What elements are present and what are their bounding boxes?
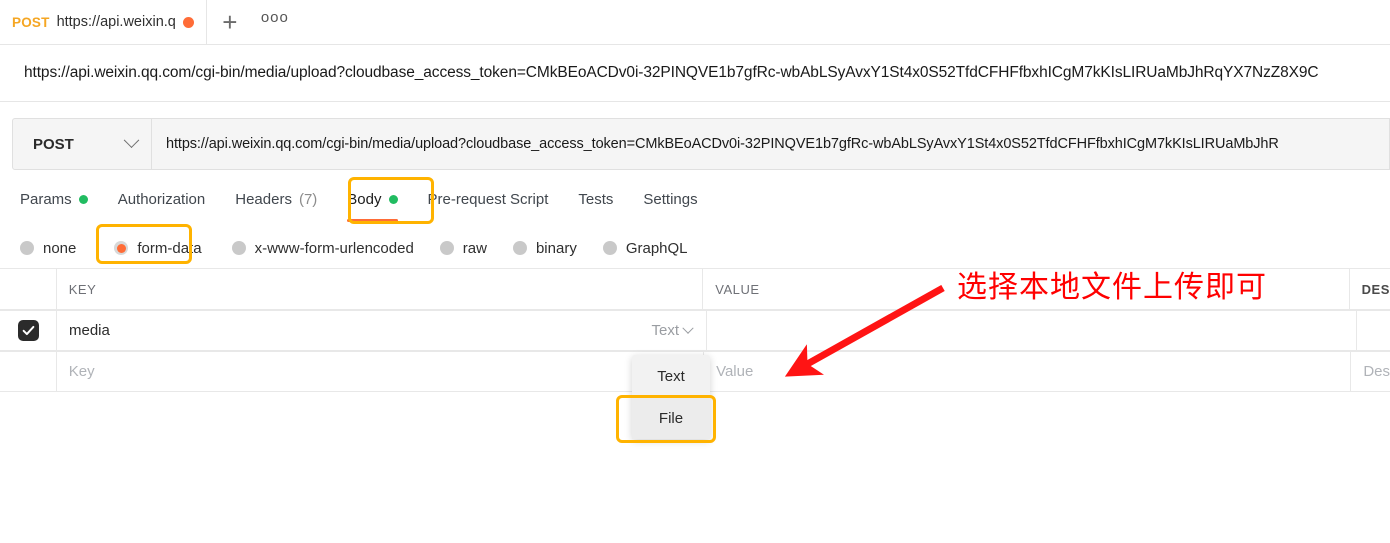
body-type-none[interactable]: none (20, 240, 76, 257)
header-cell-checkbox (0, 269, 57, 309)
row-type-label: Text (651, 322, 679, 339)
request-tab-name: https://api.weixin.q (56, 14, 176, 30)
row-description-cell[interactable] (1357, 311, 1390, 350)
tab-params-label: Params (20, 190, 72, 208)
body-type-form-data[interactable]: form-data (114, 239, 202, 257)
check-icon (22, 325, 34, 336)
row-checkbox-checked[interactable] (17, 320, 39, 341)
tab-authorization-label: Authorization (117, 190, 206, 208)
header-cell-description: DES (1350, 269, 1390, 309)
row-key-cell[interactable]: Key (57, 352, 705, 391)
row-key-placeholder: Key (68, 363, 95, 380)
chevron-down-icon (123, 131, 140, 148)
body-type-graphql[interactable]: GraphQL (602, 239, 688, 257)
row-description-cell[interactable]: Des (1351, 352, 1390, 391)
unsaved-dot-icon (182, 16, 194, 28)
ellipsis-icon: ooo (260, 8, 289, 26)
body-type-urlencoded-label: x-www-form-urlencoded (254, 239, 414, 257)
tab-body-label: Body (347, 190, 382, 208)
tab-headers-count: (7) (298, 190, 318, 208)
red-arrow-icon (784, 285, 945, 377)
dropdown-option-file-label: File (658, 409, 684, 427)
tab-settings[interactable]: Settings (643, 180, 715, 218)
dropdown-option-text[interactable]: Text (632, 355, 710, 397)
request-section-tabs: Params Authorization Headers (7) Body Pr… (0, 180, 1390, 222)
new-tab-button[interactable]: + (207, 0, 253, 44)
tab-tests-label: Tests (578, 190, 614, 208)
tab-params[interactable]: Params (20, 180, 106, 218)
tab-headers-label: Headers (235, 190, 292, 208)
header-cell-key: KEY (57, 269, 704, 309)
radio-icon (439, 241, 454, 255)
body-type-binary-label: binary (535, 239, 577, 257)
header-key-label: KEY (68, 281, 97, 297)
annotation-note: 选择本地文件上传即可 (957, 270, 1267, 305)
body-type-binary[interactable]: binary (512, 239, 577, 257)
body-type-raw[interactable]: raw (439, 239, 487, 257)
row-checkbox-cell[interactable] (0, 352, 57, 391)
url-input[interactable]: https://api.weixin.qq.com/cgi-bin/media/… (152, 118, 1390, 170)
tab-headers[interactable]: Headers (7) (235, 180, 335, 218)
body-type-urlencoded[interactable]: x-www-form-urlencoded (231, 239, 414, 257)
radio-icon (231, 241, 246, 255)
http-method-select[interactable]: POST (12, 118, 152, 170)
header-description-label: DES (1361, 281, 1390, 297)
request-bar: POST https://api.weixin.qq.com/cgi-bin/m… (0, 118, 1390, 170)
table-row: media Text (0, 310, 1390, 351)
dropdown-option-text-label: Text (657, 367, 685, 385)
request-tab-method: POST (12, 14, 50, 30)
tab-pre-request-script-label: Pre-request Script (427, 190, 549, 208)
row-type-select[interactable]: Text (651, 322, 694, 339)
radio-icon (602, 241, 617, 255)
full-url-display: https://api.weixin.qq.com/cgi-bin/media/… (0, 45, 1390, 102)
chevron-down-icon (682, 322, 694, 334)
row-key-cell[interactable]: media Text (57, 311, 707, 350)
row-checkbox-cell[interactable] (0, 311, 57, 350)
header-value-label: VALUE (715, 281, 760, 297)
tab-tests[interactable]: Tests (578, 180, 631, 218)
tab-body[interactable]: Body (347, 180, 415, 222)
row-key-value: media (69, 322, 110, 339)
tab-pre-request-script[interactable]: Pre-request Script (428, 180, 567, 218)
row-value-placeholder: Value (716, 363, 754, 380)
body-type-form-data-label: form-data (137, 239, 202, 257)
body-type-graphql-label: GraphQL (625, 239, 688, 257)
body-type-raw-label: raw (462, 239, 487, 257)
active-tab-underline (347, 219, 398, 222)
tab-more-button[interactable]: ooo (253, 0, 297, 44)
radio-icon (512, 241, 527, 255)
body-status-dot-icon (388, 194, 398, 204)
params-status-dot-icon (78, 194, 88, 204)
row-description-placeholder: Des (1363, 363, 1390, 380)
radio-icon-selected (114, 241, 129, 255)
tab-authorization[interactable]: Authorization (118, 180, 224, 218)
request-tab-strip: POST https://api.weixin.q + ooo (0, 0, 1390, 45)
request-tab[interactable]: POST https://api.weixin.q (0, 0, 207, 44)
http-method-label: POST (33, 135, 74, 153)
plus-icon: + (222, 7, 238, 37)
postman-window: POST https://api.weixin.q + ooo https://… (0, 0, 1390, 543)
tab-settings-label: Settings (643, 190, 698, 208)
radio-icon (20, 241, 34, 255)
key-type-dropdown-menu: Text File (632, 355, 710, 439)
dropdown-option-file[interactable]: File (632, 397, 710, 439)
body-type-none-label: none (43, 239, 77, 257)
